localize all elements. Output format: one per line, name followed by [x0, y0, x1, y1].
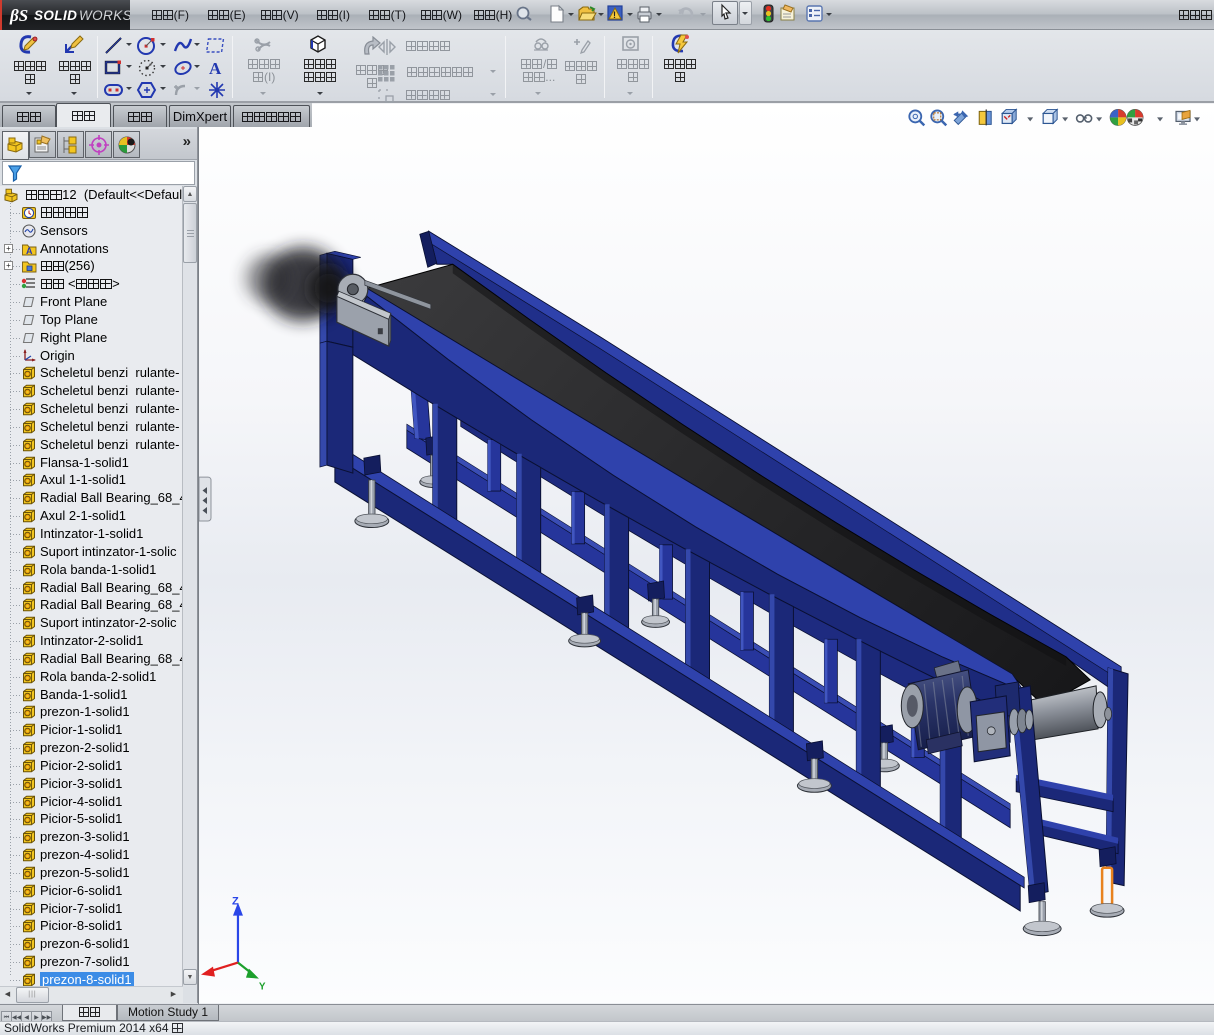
svg-text:βS: βS [9, 6, 28, 25]
svg-text:SOLID: SOLID [34, 8, 77, 23]
svg-text:Z: Z [232, 896, 239, 908]
svg-text:WORKS: WORKS [79, 8, 130, 23]
svg-text:!: ! [613, 10, 616, 20]
svg-text:A: A [209, 59, 222, 78]
svg-text:Y: Y [259, 982, 266, 993]
